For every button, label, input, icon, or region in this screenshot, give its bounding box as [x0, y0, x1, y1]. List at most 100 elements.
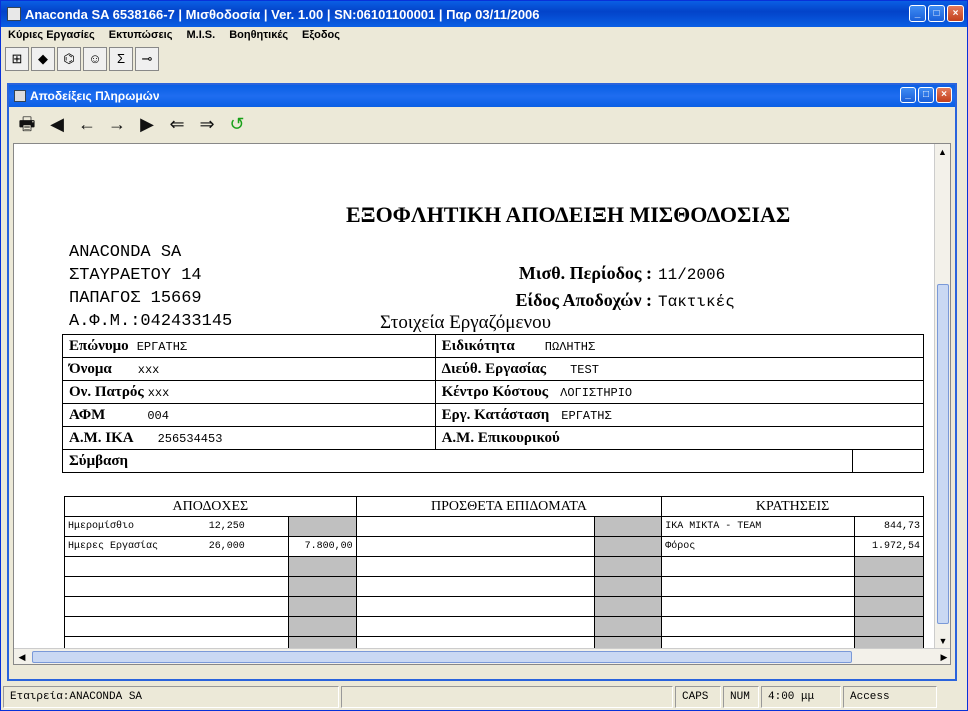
app-icon	[7, 7, 21, 21]
work-address-label: Διεύθ. Εργασίας	[441, 360, 547, 377]
receipt-document: ΕΞΟΦΛΗΤΙΚΗ ΑΠΟΔΕΙΞΗ ΜΙΣΘΟΔΟΣΙΑΣ ANACONDA…	[14, 144, 936, 657]
name-value: xxx	[137, 362, 160, 377]
table-row: ΑΦΜ 004 Εργ. Κατάσταση ΕΡΓΑΤΗΣ	[62, 403, 925, 427]
key-icon[interactable]: ⊸	[135, 47, 159, 71]
child-restore-button[interactable]: □	[918, 87, 934, 103]
horizontal-scrollbar[interactable]: ◀ ▶	[14, 648, 950, 664]
company-city: ΠΑΠΑΓΟΣ 15669	[69, 289, 202, 308]
receipt-title: ΕΞΟΦΛΗΤΙΚΗ ΑΠΟΔΕΙΞΗ ΜΙΣΘΟΔΟΣΙΑΣ	[346, 202, 791, 227]
scroll-up-icon[interactable]: ▲	[935, 144, 950, 160]
deduction-amount: 1.972,54	[853, 536, 925, 557]
deduction-label: Φόρος	[661, 536, 855, 557]
sigma-icon[interactable]: Σ	[109, 47, 133, 71]
child-window-title: Αποδείξεις Πληρωμών	[30, 89, 160, 103]
surname-label: Επώνυμο	[69, 337, 129, 354]
scroll-right-icon[interactable]: ▶	[936, 649, 950, 664]
table-row	[64, 596, 925, 617]
prev-record-icon[interactable]: ⇐	[163, 110, 191, 138]
table-row: Όνομα xxx Διεύθ. Εργασίας TEST	[62, 357, 925, 381]
father-name-value: xxx	[147, 385, 170, 400]
child-minimize-button[interactable]: _	[900, 87, 916, 103]
maximize-button[interactable]: □	[928, 5, 945, 22]
father-name-label: Ον. Πατρός	[69, 383, 144, 400]
report-viewport[interactable]: ΕΞΟΦΛΗΤΙΚΗ ΑΠΟΔΕΙΞΗ ΜΙΣΘΟΔΟΣΙΑΣ ANACONDA…	[13, 143, 951, 665]
vertical-scroll-thumb[interactable]	[937, 284, 949, 624]
tree-icon[interactable]: ⊞	[5, 47, 29, 71]
earning-amount: 7.800,00	[287, 536, 357, 557]
child-title-bar[interactable]: Αποδείξεις Πληρωμών _ □ ×	[9, 85, 955, 107]
earnings-type-value: Τακτικές	[658, 293, 735, 311]
print-icon[interactable]: 🖶	[13, 110, 41, 138]
company-street: ΣΤΑΥΡΑΕΤΟΥ 14	[69, 266, 202, 285]
smiley-icon[interactable]: ☺	[83, 47, 107, 71]
company-block: ANACONDA SA ΣΤΑΥΡΑΕΤΟΥ 14 ΠΑΠΑΓΟΣ 15669 …	[69, 241, 232, 333]
menu-utilities[interactable]: Βοηθητικές	[222, 27, 295, 45]
period-label: Μισθ. Περίοδος :	[518, 263, 652, 283]
report-toolbar: 🖶 ◀ ← → ▶ ⇐ ⇒ ↺	[13, 110, 251, 140]
company-afm: Α.Φ.Μ.:042433145	[69, 312, 233, 331]
earning-qty: 26,000	[208, 541, 245, 552]
horizontal-scroll-thumb[interactable]	[32, 651, 852, 663]
table-row: Σύμβαση	[61, 449, 924, 473]
earning-label: Ημερομίσθιο	[68, 521, 135, 532]
earnings-type-label: Είδος Αποδοχών :	[515, 290, 652, 310]
cost-center-label: Κέντρο Κόστους	[441, 383, 549, 400]
work-status-label: Εργ. Κατάσταση	[441, 406, 550, 423]
deductions-header: ΚΡΑΤΗΣΕΙΣ	[661, 496, 924, 517]
afm-label: ΑΦΜ	[69, 406, 106, 423]
vertical-scrollbar[interactable]: ▲ ▼	[934, 144, 950, 649]
menu-printouts[interactable]: Εκτυπώσεις	[102, 27, 180, 45]
earning-qty: 12,250	[208, 521, 245, 532]
deduction-amount: 844,73	[853, 516, 925, 537]
earnings-header: ΑΠΟΔΟΧΕΣ	[64, 496, 357, 517]
specialty-label: Ειδικότητα	[441, 337, 515, 354]
work-status-value: ΕΡΓΑΤΗΣ	[561, 408, 612, 423]
ika-label: Α.Μ. ΙΚΑ	[69, 429, 134, 446]
deduction-label: ΙΚΑ ΜΙΚΤΑ - ΤΕΑΜ	[661, 516, 855, 537]
status-database: Access	[843, 686, 937, 708]
menu-exit[interactable]: Εξοδος	[295, 27, 347, 45]
last-page-icon[interactable]: ▶	[133, 110, 161, 138]
employee-table: Επώνυμο ΕΡΓΑΤΗΣ Ειδικότητα ΠΩΛΗΤΗΣ Όνομα xx…	[61, 334, 925, 473]
next-record-icon[interactable]: ⇒	[193, 110, 221, 138]
table-row: Επώνυμο ΕΡΓΑΤΗΣ Ειδικότητα ΠΩΛΗΤΗΣ	[62, 334, 925, 358]
table-row: Ημερομίσθιο 12,250 ΙΚΑ ΜΙΚΤΑ - ΤΕΑΜ 844,7…	[64, 516, 925, 537]
receipts-window: Αποδείξεις Πληρωμών _ □ × 🖶 ◀ ← → ▶ ⇐ ⇒ …	[7, 83, 957, 681]
minimize-button[interactable]: _	[909, 5, 926, 22]
child-close-button[interactable]: ×	[936, 87, 952, 103]
aux-insurance-label: Α.Μ. Επικουρικού	[441, 429, 560, 446]
status-bar: Εταιρεία:ANACONDA SA CAPS NUM 4:00 μμ Ac…	[1, 684, 967, 710]
first-page-icon[interactable]: ◀	[43, 110, 71, 138]
main-window: Anaconda SA 6538166-7 | Μισθοδοσία | Ver…	[0, 0, 968, 711]
status-company: Εταιρεία:ANACONDA SA	[3, 686, 339, 708]
table-row	[64, 616, 925, 637]
scroll-down-icon[interactable]: ▼	[935, 633, 950, 649]
employee-section-title: Στοιχεία Εργαζόμενου	[380, 312, 551, 333]
main-toolbar: ⊞ ◆ ⌬ ☺ Σ ⊸	[5, 47, 159, 75]
window-title: Anaconda SA 6538166-7 | Μισθοδοσία | Ver…	[25, 6, 540, 22]
afm-value: 004	[147, 408, 169, 423]
specialty-value: ΠΩΛΗΤΗΣ	[544, 339, 596, 354]
refresh-icon[interactable]: ↺	[223, 110, 251, 138]
table-header-row: ΑΠΟΔΟΧΕΣ ΠΡΟΣΘΕΤΑ ΕΠΙΔΟΜΑΤΑ ΚΡΑΤΗΣΕΙΣ	[64, 496, 924, 517]
table-row: Ημερες Εργασίας 26,000 7.800,00 Φόρος 1.9…	[64, 536, 925, 557]
table-row	[64, 556, 925, 577]
status-caps: CAPS	[675, 686, 721, 708]
prev-page-icon[interactable]: ←	[73, 110, 101, 138]
table-row	[64, 576, 925, 597]
earning-label: Ημερες Εργασίας	[68, 541, 159, 552]
scroll-left-icon[interactable]: ◀	[14, 649, 30, 664]
allowances-header: ΠΡΟΣΘΕΤΑ ΕΠΙΔΟΜΑΤΑ	[355, 496, 663, 517]
export-icon[interactable]: ◆	[31, 47, 55, 71]
menu-bar: Κύριες Εργασίες Εκτυπώσεις M.I.S. Βοηθητ…	[1, 27, 967, 45]
menu-mis[interactable]: M.I.S.	[179, 27, 222, 45]
cost-center-value: ΛΟΓΙΣΤΗΡΙΟ	[560, 385, 633, 400]
surname-value: ΕΡΓΑΤΗΣ	[136, 339, 188, 354]
next-page-icon[interactable]: →	[103, 110, 131, 138]
menu-main-tasks[interactable]: Κύριες Εργασίες	[1, 27, 102, 45]
period-block: Μισθ. Περίοδος : 11/2006 Είδος Αποδοχών :…	[476, 261, 735, 315]
title-bar[interactable]: Anaconda SA 6538166-7 | Μισθοδοσία | Ver…	[1, 1, 967, 27]
contract-value-cell	[852, 449, 924, 473]
network-icon[interactable]: ⌬	[57, 47, 81, 71]
close-button[interactable]: ×	[947, 5, 964, 22]
